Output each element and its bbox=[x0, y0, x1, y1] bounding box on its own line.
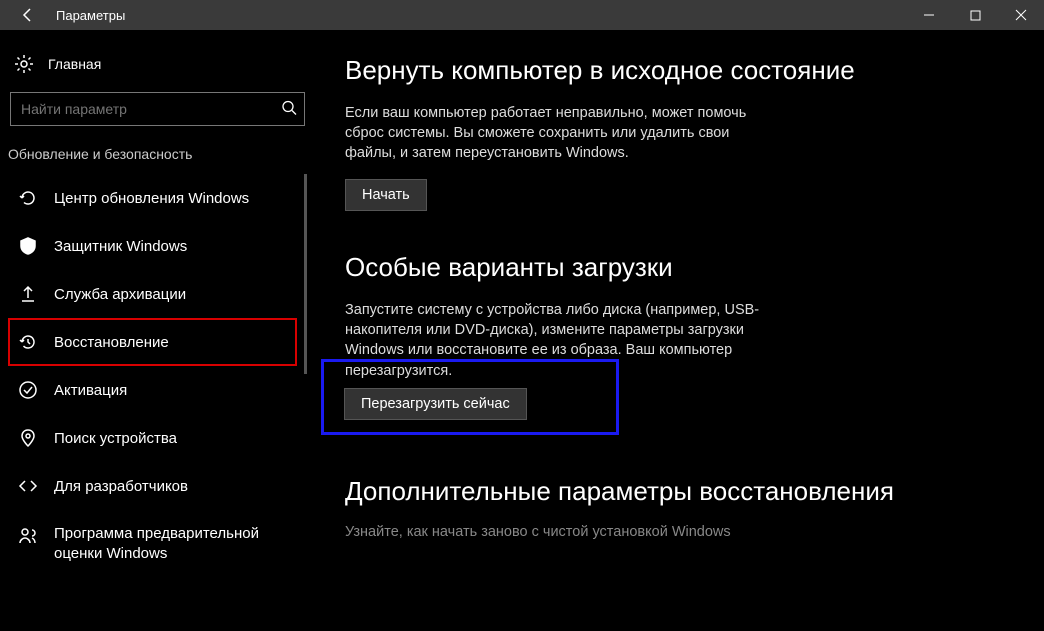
content-area: Главная Обновление и безопасность Центр … bbox=[0, 30, 1044, 631]
section-heading: Дополнительные параметры восстановления bbox=[345, 475, 1004, 508]
minimize-button[interactable] bbox=[906, 0, 952, 30]
close-icon bbox=[1015, 9, 1027, 21]
minimize-icon bbox=[923, 9, 935, 21]
titlebar: Параметры bbox=[0, 0, 1044, 30]
sidebar-item-windows-update[interactable]: Центр обновления Windows bbox=[8, 174, 297, 222]
sidebar: Главная Обновление и безопасность Центр … bbox=[0, 30, 315, 631]
main-content: Вернуть компьютер в исходное состояние Е… bbox=[315, 30, 1044, 631]
sidebar-item-label: Поиск устройства bbox=[54, 430, 177, 447]
sidebar-item-label: Центр обновления Windows bbox=[54, 190, 249, 207]
maximize-icon bbox=[970, 10, 981, 21]
back-button[interactable] bbox=[16, 3, 40, 27]
scrollbar[interactable] bbox=[297, 174, 307, 631]
section-link[interactable]: Узнайте, как начать заново с чистой уста… bbox=[345, 524, 1004, 540]
maximize-button[interactable] bbox=[952, 0, 998, 30]
gear-icon bbox=[14, 54, 34, 74]
search-icon bbox=[281, 100, 297, 119]
sidebar-item-developers[interactable]: Для разработчиков bbox=[8, 462, 297, 510]
search-wrap bbox=[10, 92, 305, 126]
scrollbar-thumb[interactable] bbox=[304, 174, 307, 374]
reset-start-button[interactable]: Начать bbox=[345, 179, 427, 211]
nav-list: Центр обновления Windows Защитник Window… bbox=[8, 174, 307, 631]
section-text: Если ваш компьютер работает неправильно,… bbox=[345, 103, 775, 164]
highlight-box: Перезагрузить сейчас bbox=[321, 359, 619, 435]
sidebar-item-insider[interactable]: Программа предварительной оценки Windows bbox=[8, 510, 297, 577]
sidebar-item-find-device[interactable]: Поиск устройства bbox=[8, 414, 297, 462]
check-circle-icon bbox=[18, 380, 38, 400]
home-label: Главная bbox=[48, 56, 101, 72]
window-controls bbox=[906, 0, 1044, 30]
search-input[interactable] bbox=[10, 92, 305, 126]
person-icon bbox=[18, 526, 38, 546]
sidebar-item-label: Восстановление bbox=[54, 334, 169, 351]
shield-icon bbox=[18, 236, 38, 256]
section-heading: Особые варианты загрузки bbox=[345, 251, 1004, 284]
category-label: Обновление и безопасность bbox=[8, 142, 307, 174]
sidebar-item-label: Для разработчиков bbox=[54, 478, 188, 495]
sidebar-item-label: Служба архивации bbox=[54, 286, 186, 303]
close-button[interactable] bbox=[998, 0, 1044, 30]
section-more-recovery: Дополнительные параметры восстановления … bbox=[345, 475, 1004, 540]
sidebar-item-activation[interactable]: Активация bbox=[8, 366, 297, 414]
code-icon bbox=[18, 476, 38, 496]
arrow-left-icon bbox=[20, 7, 36, 23]
sidebar-item-defender[interactable]: Защитник Windows bbox=[8, 222, 297, 270]
sidebar-item-backup[interactable]: Служба архивации bbox=[8, 270, 297, 318]
upload-icon bbox=[18, 284, 38, 304]
window-title: Параметры bbox=[56, 8, 906, 23]
section-heading: Вернуть компьютер в исходное состояние bbox=[345, 54, 1004, 87]
location-icon bbox=[18, 428, 38, 448]
restart-now-button[interactable]: Перезагрузить сейчас bbox=[344, 388, 527, 420]
sidebar-item-label: Защитник Windows bbox=[54, 238, 187, 255]
history-icon bbox=[18, 332, 38, 352]
home-button[interactable]: Главная bbox=[8, 44, 307, 84]
sidebar-item-label: Программа предварительной оценки Windows bbox=[54, 524, 289, 563]
section-reset: Вернуть компьютер в исходное состояние Е… bbox=[345, 54, 1004, 211]
refresh-icon bbox=[18, 188, 38, 208]
sidebar-item-recovery[interactable]: Восстановление bbox=[8, 318, 297, 366]
section-advanced-startup: Особые варианты загрузки Запустите систе… bbox=[345, 251, 1004, 435]
sidebar-item-label: Активация bbox=[54, 382, 127, 399]
